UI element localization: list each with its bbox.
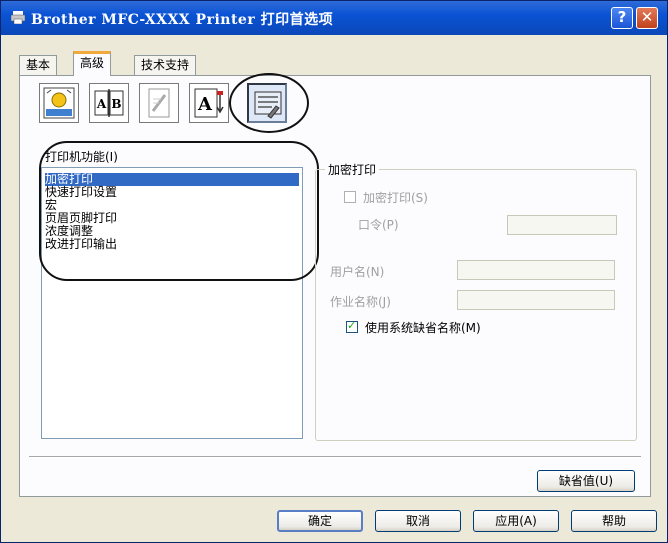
secure-print-group-title: 加密打印 bbox=[325, 161, 380, 178]
secure-print-checkbox-label: 加密打印(S) bbox=[363, 191, 428, 205]
watermark-icon bbox=[148, 88, 170, 118]
separator bbox=[29, 456, 641, 458]
image-quality-icon bbox=[43, 87, 75, 119]
tab-advanced[interactable]: 高级 bbox=[73, 51, 112, 76]
printer-icon bbox=[11, 11, 25, 24]
annotation-rounded-box bbox=[39, 141, 319, 281]
watermark-button[interactable] bbox=[139, 83, 179, 123]
use-default-name-checkbox[interactable] bbox=[346, 319, 358, 333]
annotation-circle bbox=[229, 73, 309, 133]
help-title-button[interactable]: ? bbox=[611, 7, 633, 29]
duplex-icon: A B bbox=[94, 89, 124, 117]
tab-support[interactable]: 技术支持 bbox=[134, 55, 197, 75]
page-setting-icon: A bbox=[194, 88, 224, 118]
duplex-button[interactable]: A B bbox=[89, 83, 129, 123]
password-label: 口令(P) bbox=[358, 218, 399, 232]
title-bar[interactable]: Brother MFC-XXXX Printer 打印首选项 ? ✕ bbox=[1, 1, 667, 35]
image-quality-button[interactable] bbox=[39, 83, 79, 123]
cancel-button[interactable]: 取消 bbox=[375, 510, 461, 532]
username-field[interactable] bbox=[457, 260, 615, 280]
job-name-field[interactable] bbox=[457, 290, 615, 310]
job-name-label: 作业名称(J) bbox=[330, 295, 391, 309]
use-default-name-label: 使用系统缺省名称(M) bbox=[365, 321, 481, 335]
ok-button[interactable]: 确定 bbox=[277, 510, 363, 532]
svg-text:A: A bbox=[96, 97, 107, 111]
password-field[interactable] bbox=[507, 215, 617, 235]
tab-basic[interactable]: 基本 bbox=[19, 55, 58, 75]
apply-button[interactable]: 应用(A) bbox=[473, 510, 559, 532]
printer-preferences-dialog: Brother MFC-XXXX Printer 打印首选项 ? ✕ 基本 高级… bbox=[0, 0, 668, 543]
svg-text:B: B bbox=[111, 97, 121, 111]
default-button[interactable]: 缺省值(U) bbox=[537, 470, 635, 492]
secure-print-checkbox[interactable] bbox=[344, 191, 356, 203]
svg-text:A: A bbox=[197, 94, 213, 115]
page-setting-button[interactable]: A bbox=[189, 83, 229, 123]
help-button[interactable]: 帮助 bbox=[571, 510, 657, 532]
username-label: 用户名(N) bbox=[330, 265, 385, 279]
close-button[interactable]: ✕ bbox=[636, 7, 658, 29]
window-title: Brother MFC-XXXX Printer 打印首选项 bbox=[31, 12, 334, 28]
